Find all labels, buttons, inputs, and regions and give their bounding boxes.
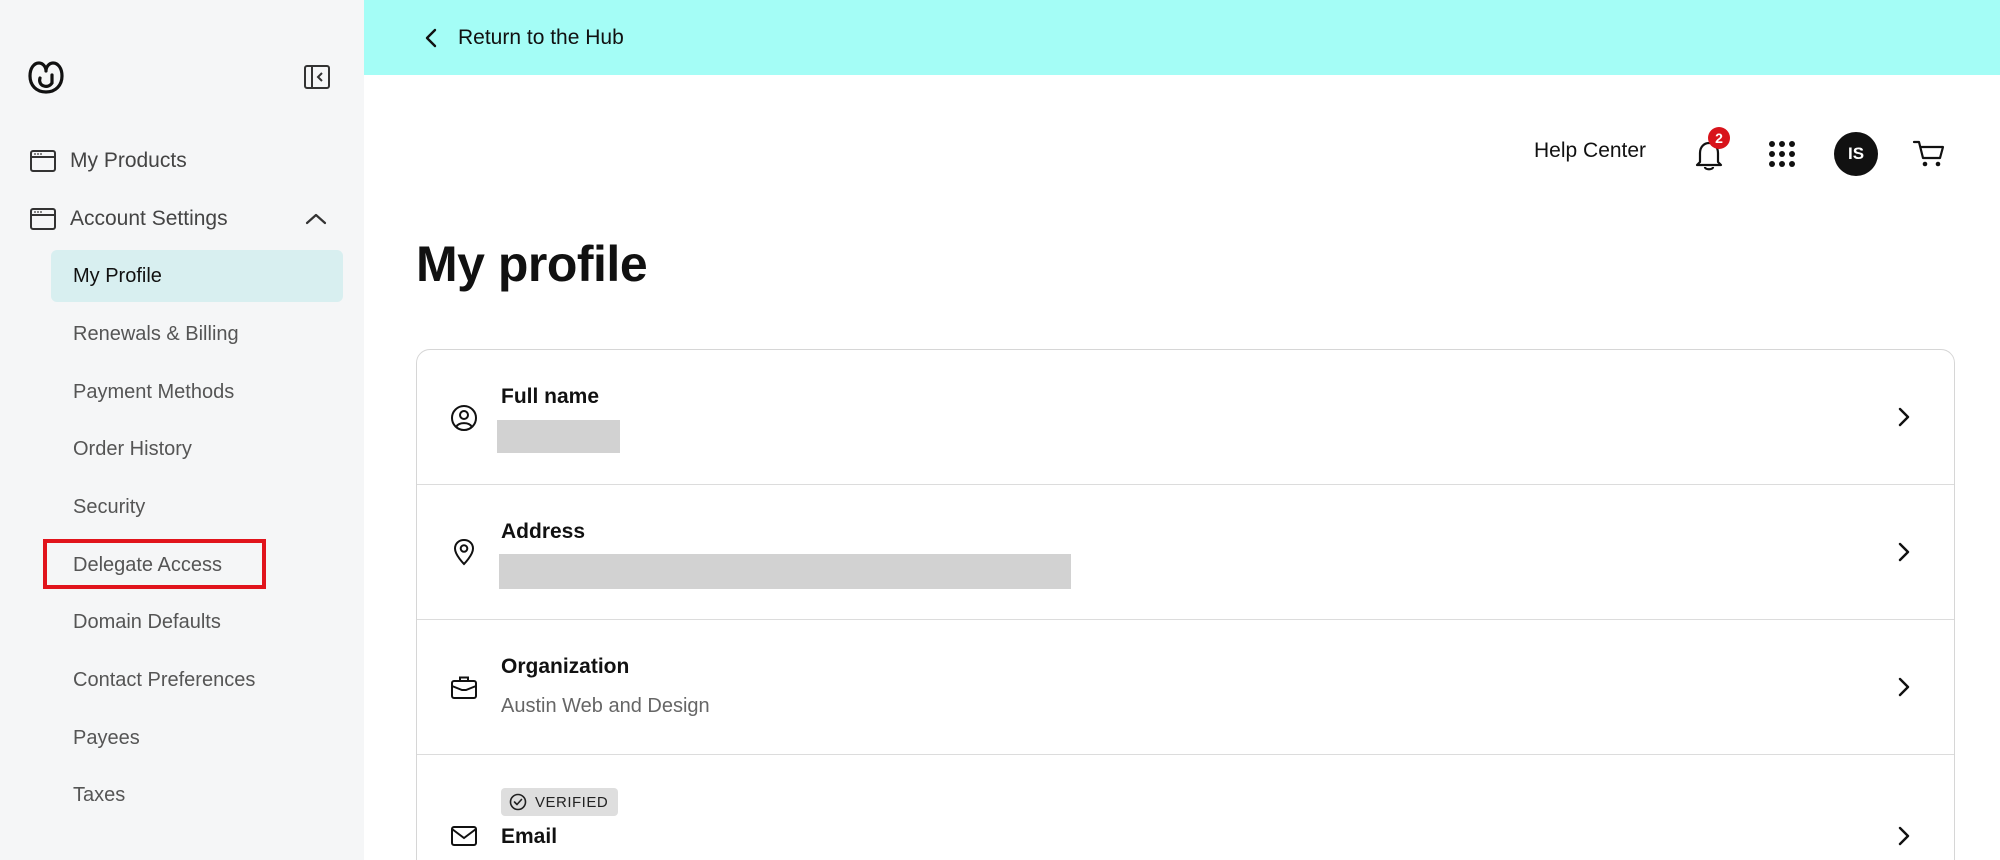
return-banner: Return to the Hub: [364, 0, 2000, 75]
sidebar-item-label: My Products: [70, 149, 187, 172]
chevron-right-icon: [1898, 826, 1910, 846]
sidebar-item-label: Account Settings: [70, 207, 228, 230]
map-pin-icon: [453, 538, 475, 566]
row-title: Organization: [501, 655, 630, 678]
redacted-value: [497, 420, 620, 453]
avatar[interactable]: IS: [1834, 132, 1878, 176]
profile-row-full-name[interactable]: Full name: [417, 350, 1954, 485]
redacted-value: [499, 554, 1071, 589]
return-to-hub-label: Return to the Hub: [458, 25, 624, 49]
help-center-link[interactable]: Help Center: [1534, 139, 1646, 163]
browser-window-icon: [28, 148, 58, 174]
sidebar-item-payees[interactable]: Payees: [51, 712, 343, 764]
page-title: My profile: [416, 236, 648, 292]
chevron-right-icon: [1898, 407, 1910, 427]
chevron-right-icon: [1898, 677, 1910, 697]
profile-card: Full name Address Organization Austin We…: [416, 349, 1955, 860]
row-title: Address: [501, 520, 586, 543]
sidebar-collapse-icon[interactable]: [302, 64, 332, 90]
cart-icon[interactable]: [1912, 138, 1946, 170]
notification-badge: 2: [1708, 127, 1730, 149]
row-value: Austin Web and Design: [501, 695, 710, 717]
profile-row-email[interactable]: Email: [417, 755, 1954, 860]
profile-row-address[interactable]: Address: [417, 485, 1954, 620]
row-title: Full name: [501, 385, 600, 408]
verified-label: VERIFIED: [535, 793, 609, 811]
user-circle-icon: [451, 405, 477, 431]
sidebar-item-account-settings[interactable]: Account Settings: [28, 201, 228, 237]
sidebar-item-domain-defaults[interactable]: Domain Defaults: [51, 596, 343, 648]
godaddy-logo-icon[interactable]: [26, 59, 66, 95]
sidebar-item-my-products[interactable]: My Products: [28, 143, 187, 179]
chevron-up-icon[interactable]: [302, 207, 330, 231]
verified-badge: VERIFIED: [501, 788, 619, 816]
sidebar-item-order-history[interactable]: Order History: [51, 423, 343, 475]
sidebar-item-my-profile[interactable]: My Profile: [51, 250, 343, 302]
profile-row-organization[interactable]: Organization Austin Web and Design: [417, 620, 1954, 755]
chevron-left-icon: [425, 28, 437, 47]
row-title: Email: [501, 825, 558, 848]
sidebar-item-payment-methods[interactable]: Payment Methods: [51, 366, 343, 418]
briefcase-icon: [451, 676, 477, 699]
sidebar-item-renewals-billing[interactable]: Renewals & Billing: [51, 308, 343, 360]
browser-window-icon: [28, 206, 58, 232]
sidebar-item-taxes[interactable]: Taxes: [51, 769, 343, 821]
sidebar-item-security[interactable]: Security: [51, 481, 343, 533]
return-to-hub-link[interactable]: Return to the Hub: [424, 0, 624, 75]
chevron-right-icon: [1898, 542, 1910, 562]
sidebar: My Products Account Settings My Profile …: [0, 0, 364, 860]
sidebar-item-contact-preferences[interactable]: Contact Preferences: [51, 654, 343, 706]
envelope-icon: [451, 826, 477, 846]
check-circle-icon: [509, 793, 527, 811]
apps-grid-icon[interactable]: [1768, 140, 1796, 168]
sidebar-item-delegate-access[interactable]: Delegate Access: [51, 539, 343, 591]
